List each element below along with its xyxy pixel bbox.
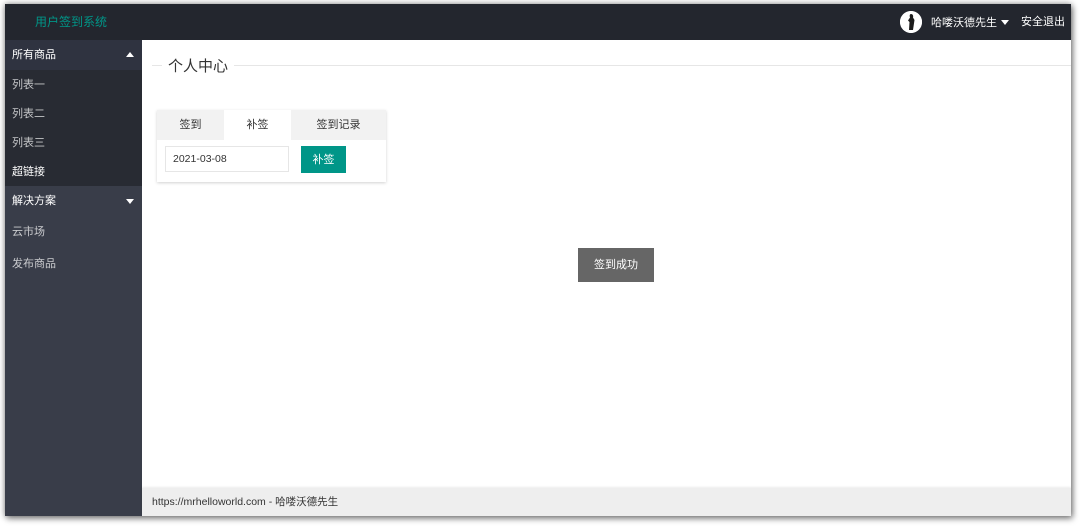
tab-makeup[interactable]: 补签 (224, 110, 291, 140)
sidebar: 所有商品 列表一 列表二 列表三 超链接 解决方案 云市场 发布商品 (5, 40, 142, 516)
main-content: 个人中心 签到 补签 签到记录 补签 签到成功 (142, 40, 1071, 488)
chevron-down-icon (1001, 19, 1009, 25)
page-title: 个人中心 (162, 56, 235, 76)
sidebar-item-list-1[interactable]: 列表一 (5, 70, 142, 99)
sidebar-group-solutions[interactable]: 解决方案 (5, 186, 142, 216)
footer-text: https://mrhelloworld.com - 哈喽沃德先生 (152, 496, 339, 508)
tab-checkin[interactable]: 签到 (157, 110, 224, 140)
sidebar-group-label: 所有商品 (12, 48, 56, 61)
sidebar-item-publish[interactable]: 发布商品 (5, 248, 142, 280)
sidebar-group-products[interactable]: 所有商品 (5, 40, 142, 70)
avatar (900, 11, 922, 33)
chevron-up-icon (126, 52, 134, 57)
chevron-down-icon (126, 199, 134, 204)
makeup-button[interactable]: 补签 (301, 146, 346, 173)
app-window: 用户签到系统 哈喽沃德先生 安全退出 所有商品 列表一 列表二 列表三 超链接 … (5, 4, 1071, 516)
sidebar-item-list-3[interactable]: 列表三 (5, 128, 142, 157)
title-divider (152, 65, 1071, 66)
tab-panel-makeup: 补签 (157, 140, 386, 182)
sidebar-item-cloud-market[interactable]: 云市场 (5, 216, 142, 248)
avatar-figure-icon (900, 11, 922, 33)
checkin-tab-card: 签到 补签 签到记录 补签 (157, 110, 386, 182)
logout-link[interactable]: 安全退出 (1021, 4, 1065, 40)
tab-bar: 签到 补签 签到记录 (157, 110, 386, 140)
date-input[interactable] (165, 146, 289, 172)
user-menu[interactable]: 哈喽沃德先生 (900, 4, 1009, 40)
app-logo[interactable]: 用户签到系统 (35, 4, 107, 40)
toast-message: 签到成功 (578, 248, 654, 282)
user-name: 哈喽沃德先生 (931, 16, 997, 29)
sidebar-group-label: 解决方案 (12, 194, 56, 207)
top-header: 用户签到系统 哈喽沃德先生 安全退出 (5, 4, 1071, 40)
sidebar-item-hyperlink[interactable]: 超链接 (5, 157, 142, 186)
footer: https://mrhelloworld.com - 哈喽沃德先生 (142, 488, 1071, 516)
tab-checkin-records[interactable]: 签到记录 (291, 110, 386, 140)
sidebar-submenu: 列表一 列表二 列表三 超链接 (5, 70, 142, 186)
sidebar-item-list-2[interactable]: 列表二 (5, 99, 142, 128)
